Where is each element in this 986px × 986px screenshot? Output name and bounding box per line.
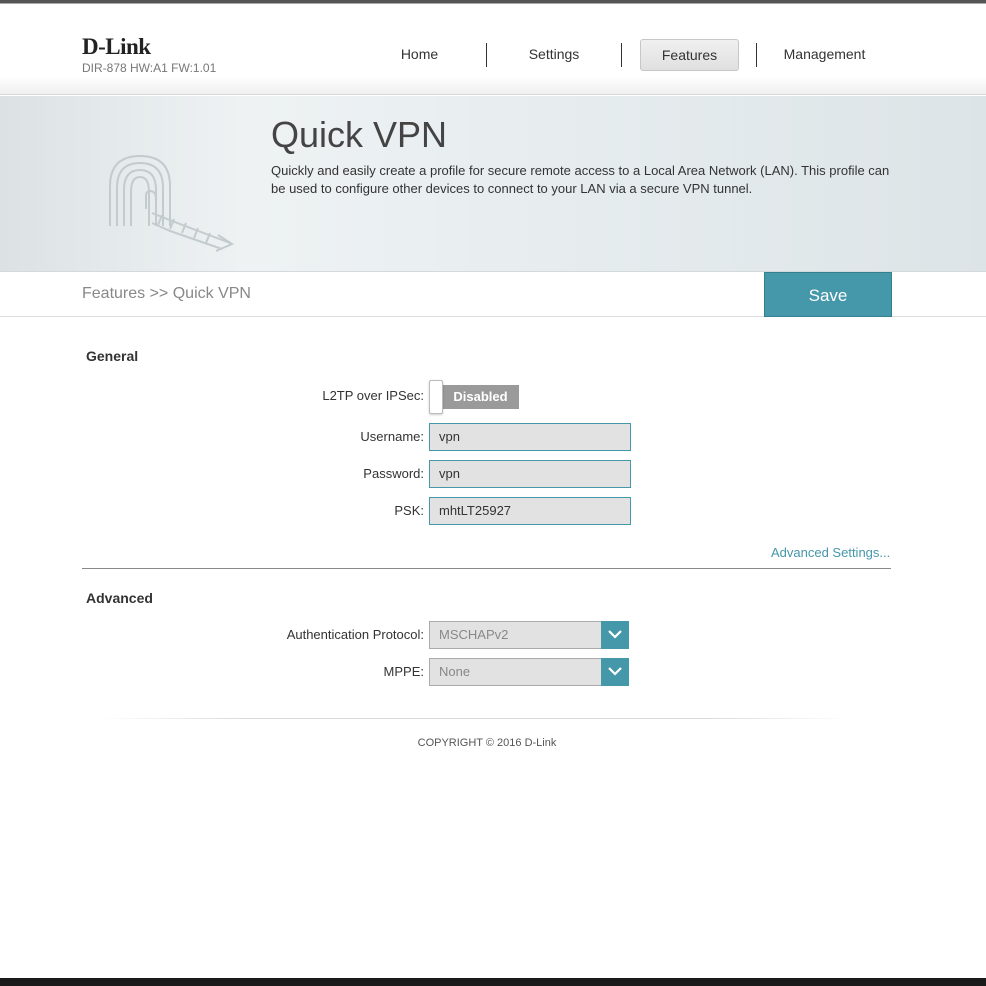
nav-settings[interactable]: Settings [505, 39, 603, 71]
breadcrumb-bar: Features >> Quick VPN Save [0, 272, 986, 317]
password-input[interactable]: vpn [429, 460, 631, 488]
section-advanced-title: Advanced [86, 590, 153, 606]
nav-home[interactable]: Home [372, 39, 467, 71]
save-button[interactable]: Save [764, 272, 892, 317]
psk-label: PSK: [394, 503, 424, 518]
footer-divider [100, 718, 850, 719]
page-banner: Quick VPN Quickly and easily create a pr… [0, 96, 986, 272]
mppe-label: MPPE: [383, 664, 424, 679]
section-general-title: General [86, 348, 139, 364]
bottom-strip [0, 978, 986, 986]
breadcrumb: Features >> Quick VPN [82, 285, 251, 302]
nav-separator [621, 43, 622, 67]
l2tp-toggle[interactable]: Disabled [429, 380, 519, 414]
page-title: Quick VPN [271, 114, 448, 155]
auth-protocol-select[interactable]: MSCHAPv2 [429, 621, 629, 649]
page-description: Quickly and easily create a profile for … [271, 163, 890, 196]
nav-separator [756, 43, 757, 67]
auth-protocol-label: Authentication Protocol: [286, 627, 424, 642]
auth-protocol-value: MSCHAPv2 [439, 627, 509, 642]
psk-input[interactable]: mhtLT25927 [429, 497, 631, 525]
username-label: Username: [360, 429, 424, 444]
nav-features[interactable]: Features [640, 39, 739, 71]
advanced-settings-link[interactable]: Advanced Settings... [771, 545, 890, 560]
chevron-down-icon[interactable] [601, 621, 629, 649]
password-label: Password: [363, 466, 424, 481]
username-input[interactable]: vpn [429, 423, 631, 451]
mppe-select[interactable]: None [429, 658, 629, 686]
chevron-down-icon[interactable] [601, 658, 629, 686]
main-nav: Home Settings Features Management [0, 39, 986, 71]
toggle-state: Disabled [442, 385, 519, 409]
l2tp-label: L2TP over IPSec: [322, 388, 424, 403]
mppe-value: None [439, 664, 471, 679]
header: D-Link DIR-878 HW:A1 FW:1.01 Home Settin… [0, 4, 986, 95]
toggle-knob[interactable] [429, 380, 443, 414]
section-divider [82, 568, 891, 569]
vpn-tunnel-icon [100, 151, 240, 261]
copyright: COPYRIGHT © 2016 D-Link [417, 737, 557, 749]
nav-separator [486, 43, 487, 67]
nav-management[interactable]: Management [772, 39, 877, 71]
